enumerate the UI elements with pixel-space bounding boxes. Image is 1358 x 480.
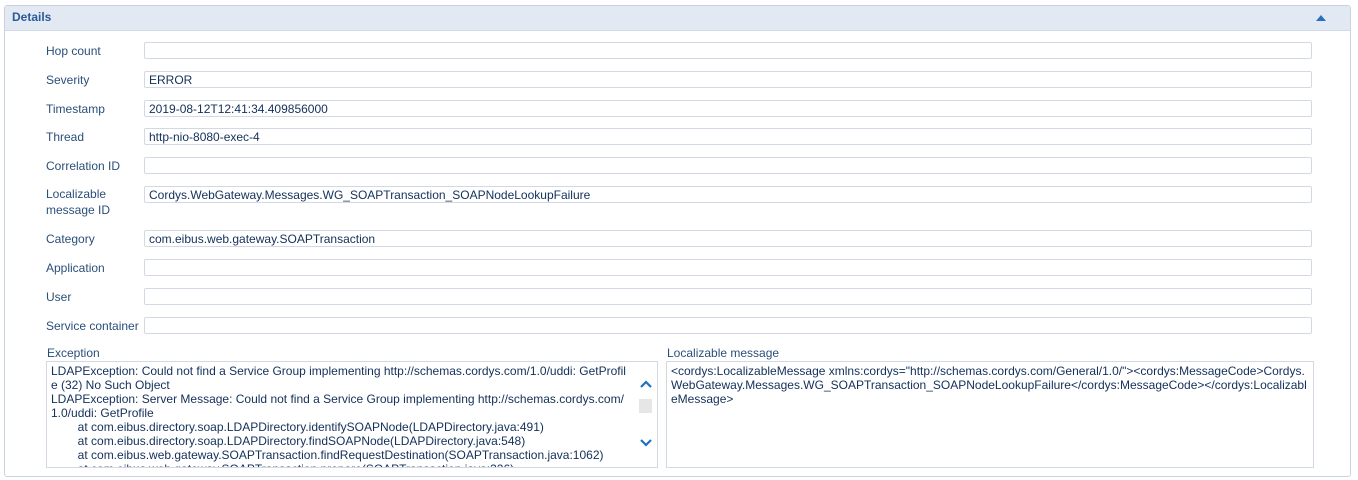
collapse-button[interactable] (1314, 12, 1330, 26)
field-label: Timestamp (46, 102, 105, 116)
exception-label: Exception (47, 346, 100, 360)
severity-field[interactable] (144, 71, 1312, 88)
field-label: Localizable message ID (46, 187, 111, 217)
hop-count-field[interactable] (144, 42, 1312, 59)
field-label: Application (46, 261, 105, 275)
application-field[interactable] (144, 259, 1312, 276)
timestamp-field[interactable] (144, 100, 1312, 117)
scroll-thumb[interactable] (639, 399, 652, 413)
category-field[interactable] (144, 230, 1312, 247)
details-panel: Details Hop count Severity Timestamp Thr… (4, 5, 1351, 477)
exception-text: LDAPException: Could not find a Service … (51, 364, 626, 467)
user-field[interactable] (144, 288, 1312, 305)
field-label: Service container (46, 319, 139, 333)
service-container-field[interactable] (144, 317, 1312, 334)
localizable-message-textarea[interactable]: <cordys:LocalizableMessage xmlns:cordys=… (666, 361, 1314, 468)
chevron-down-icon (640, 439, 652, 447)
panel-title: Details (12, 10, 52, 24)
field-label: Hop count (46, 44, 101, 58)
field-label: Correlation ID (46, 159, 121, 173)
thread-field[interactable] (144, 128, 1312, 145)
field-label: Category (46, 232, 95, 246)
chevron-up-icon (640, 380, 652, 388)
scroll-down-button[interactable] (639, 437, 653, 449)
localizable-message-id-field[interactable] (144, 186, 1312, 203)
localizable-message-label: Localizable message (667, 346, 780, 360)
panel-header[interactable]: Details (5, 6, 1350, 31)
correlation-id-field[interactable] (144, 157, 1312, 174)
exception-textarea[interactable]: LDAPException: Could not find a Service … (46, 361, 658, 468)
chevron-up-icon (1316, 15, 1326, 21)
field-label: User (46, 290, 72, 304)
localizable-message-text: <cordys:LocalizableMessage xmlns:cordys=… (671, 364, 1307, 406)
scroll-up-button[interactable] (639, 378, 653, 390)
field-label: Severity (46, 73, 90, 87)
field-label: Thread (46, 130, 85, 144)
exception-scrollbar[interactable] (635, 362, 657, 467)
